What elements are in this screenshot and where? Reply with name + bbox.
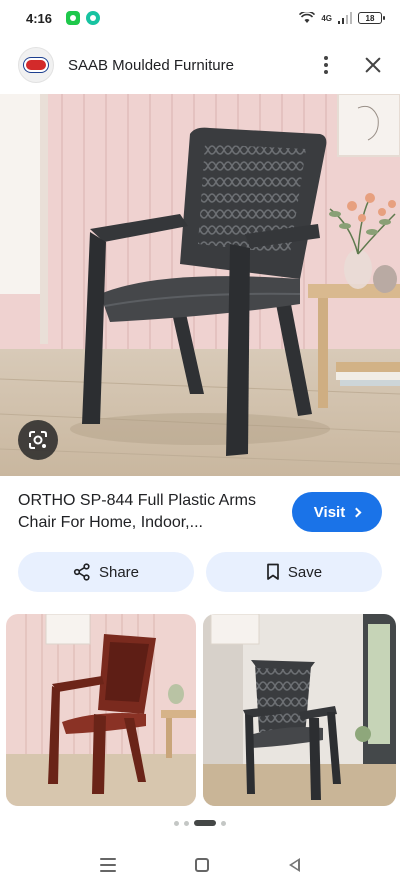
- wifi-icon: [299, 12, 316, 23]
- related-image-grey-chair[interactable]: [203, 614, 396, 806]
- pager-dot-active[interactable]: [194, 820, 216, 826]
- lens-search-icon: [29, 431, 47, 449]
- status-notification-icons: [66, 11, 101, 25]
- battery-icon: 18: [358, 12, 385, 24]
- status-time: 4:16: [26, 10, 53, 26]
- signal-icon: [338, 12, 352, 24]
- related-images: [6, 614, 400, 806]
- status-bar: 4:16 4G 18: [0, 0, 400, 36]
- site-name[interactable]: SAAB Moulded Furniture: [68, 57, 234, 74]
- more-vert-icon[interactable]: [316, 56, 336, 74]
- pager-dot[interactable]: [221, 820, 226, 826]
- header-actions: [316, 54, 384, 76]
- product-title-row: ORTHO SP-844 Full Plastic Arms Chair For…: [18, 490, 382, 534]
- battery-level: 18: [365, 13, 375, 23]
- chat-notification-icon: [86, 11, 101, 25]
- system-navigation-bar: [0, 842, 400, 888]
- lens-search-button[interactable]: [18, 420, 58, 460]
- related-image-maroon-chair[interactable]: [6, 614, 196, 806]
- hero-product-image[interactable]: [0, 94, 400, 476]
- notification-app-icon: [66, 11, 81, 25]
- app-header: SAAB Moulded Furniture: [0, 36, 400, 94]
- pager-dot[interactable]: [174, 820, 179, 826]
- status-indicators: 4G 18: [299, 12, 385, 24]
- save-label: Save: [287, 563, 323, 581]
- close-icon[interactable]: [362, 54, 384, 76]
- pager-dot[interactable]: [184, 820, 189, 826]
- image-pager: [0, 820, 400, 826]
- visit-label: Visit: [313, 503, 346, 521]
- product-title[interactable]: ORTHO SP-844 Full Plastic Arms Chair For…: [18, 490, 280, 534]
- chevron-right-icon: [351, 507, 362, 518]
- saab-logo-icon: [24, 58, 48, 72]
- back-icon[interactable]: [289, 858, 301, 872]
- share-icon: [73, 563, 90, 581]
- save-button[interactable]: Save: [206, 552, 382, 592]
- network-type-label: 4G: [321, 13, 332, 23]
- bookmark-icon: [267, 563, 279, 580]
- share-label: Share: [98, 563, 140, 581]
- action-row: Share Save: [18, 552, 382, 592]
- share-button[interactable]: Share: [18, 552, 194, 592]
- site-logo[interactable]: [18, 47, 54, 83]
- recent-apps-icon[interactable]: [99, 858, 116, 872]
- home-icon[interactable]: [195, 858, 210, 872]
- visit-button[interactable]: Visit: [292, 492, 382, 532]
